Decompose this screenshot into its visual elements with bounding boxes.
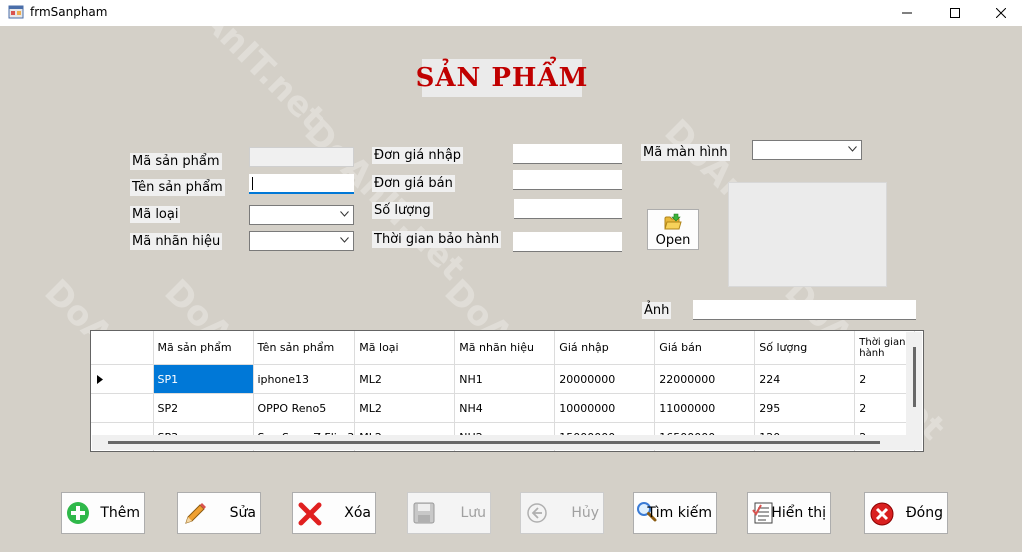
table-cell[interactable]: ML2	[354, 393, 456, 423]
chevron-down-icon	[340, 211, 349, 217]
thoi-gian-bao-hanh-label: Thời gian bảo hành	[372, 231, 502, 248]
thoi-gian-bao-hanh-field[interactable]	[513, 232, 622, 252]
table-cell[interactable]: 22000000	[654, 364, 756, 394]
grid-header-row: Mã sản phẩm Tên sản phẩm Mã loại Mã nhãn…	[91, 331, 916, 365]
text-caret	[252, 177, 253, 190]
ma-nhan-hieu-combo[interactable]	[249, 231, 354, 251]
vertical-scrollbar[interactable]	[906, 332, 922, 435]
window-title: frmSanpham	[30, 5, 108, 19]
ma-loai-label: Mã loại	[130, 206, 181, 223]
header-panel: SẢN PHẨM	[416, 59, 587, 97]
column-header[interactable]: Mã nhãn hiệu	[454, 331, 556, 365]
close-form-button-label: Đóng	[905, 505, 943, 521]
edit-button[interactable]: Sửa	[177, 492, 261, 534]
main-window: frmSanpham DoAnIT.net DoAnIT.net DoAnIT.…	[0, 0, 1022, 552]
save-button[interactable]: Lưu	[407, 492, 491, 534]
add-button[interactable]: Thêm	[61, 492, 145, 534]
table-cell[interactable]: 10000000	[554, 393, 656, 423]
chevron-down-icon	[848, 146, 857, 152]
table-cell[interactable]: NH1	[454, 364, 556, 394]
delete-button[interactable]: Xóa	[292, 492, 376, 534]
vertical-scroll-thumb[interactable]	[913, 347, 916, 407]
close-form-button[interactable]: Đóng	[864, 492, 948, 534]
so-luong-label: Số lượng	[372, 202, 433, 219]
product-data-grid[interactable]: Mã sản phẩm Tên sản phẩm Mã loại Mã nhãn…	[90, 330, 924, 452]
minimize-button[interactable]	[884, 0, 930, 26]
ma-san-pham-field[interactable]	[249, 147, 354, 167]
current-row-arrow-icon	[97, 375, 103, 384]
watermark: DoAnIT.net	[296, 111, 473, 289]
ma-loai-combo[interactable]	[249, 205, 354, 225]
table-cell[interactable]: OPPO Reno5	[253, 393, 356, 423]
title-bar: frmSanpham	[0, 0, 1022, 26]
don-gia-ban-field[interactable]	[513, 170, 622, 190]
open-button-label: Open	[655, 233, 691, 248]
add-button-label: Thêm	[100, 505, 140, 521]
table-cell[interactable]: SP1	[153, 364, 254, 394]
anh-label: Ảnh	[642, 302, 672, 319]
ten-san-pham-label: Tên sản phẩm	[130, 179, 225, 196]
close-icon	[996, 8, 1006, 18]
ten-san-pham-field[interactable]	[249, 174, 354, 194]
table-cell[interactable]: 295	[754, 393, 856, 423]
table-cell[interactable]: ML2	[354, 364, 456, 394]
cancel-button[interactable]: Hủy	[520, 492, 604, 534]
column-header[interactable]: Giá bán	[654, 331, 756, 365]
exit-icon	[870, 502, 894, 526]
folder-open-icon	[664, 213, 682, 230]
table-row[interactable]: SP2 OPPO Reno5 ML2 NH4 10000000 11000000…	[91, 393, 916, 423]
search-button[interactable]: Tìm kiếm	[633, 492, 717, 534]
minimize-icon	[902, 12, 912, 14]
search-button-label: Tìm kiếm	[647, 505, 712, 521]
ma-san-pham-label: Mã sản phẩm	[130, 153, 222, 170]
column-header[interactable]: Số lượng	[754, 331, 856, 365]
column-header[interactable]: Giá nhập	[554, 331, 656, 365]
ma-man-hinh-combo[interactable]	[752, 140, 862, 160]
ma-nhan-hieu-label: Mã nhãn hiệu	[130, 233, 223, 250]
maximize-icon	[950, 8, 960, 18]
back-arrow-icon	[527, 503, 547, 523]
table-cell[interactable]: 224	[754, 364, 856, 394]
plus-icon	[67, 502, 89, 524]
ma-man-hinh-label: Mã màn hình	[641, 144, 730, 161]
maximize-button[interactable]	[932, 0, 978, 26]
row-header-corner	[91, 331, 154, 365]
column-header[interactable]: Mã loại	[354, 331, 456, 365]
table-cell[interactable]: NH4	[454, 393, 556, 423]
page-title: SẢN PHẨM	[415, 63, 589, 93]
row-header[interactable]	[91, 364, 154, 394]
red-x-icon	[298, 502, 322, 526]
edit-button-label: Sửa	[229, 505, 256, 521]
cancel-button-label: Hủy	[571, 505, 599, 521]
product-image-box	[728, 182, 887, 287]
pencil-icon	[185, 503, 206, 524]
table-cell[interactable]: 20000000	[554, 364, 656, 394]
floppy-disk-icon	[413, 502, 435, 524]
open-image-button[interactable]: Open	[647, 209, 699, 250]
horizontal-scrollbar[interactable]	[92, 435, 906, 450]
horizontal-scroll-thumb[interactable]	[108, 441, 880, 444]
row-header[interactable]	[91, 393, 154, 423]
column-header[interactable]: Tên sản phẩm	[253, 331, 356, 365]
save-button-label: Lưu	[460, 505, 486, 521]
grid-table: Mã sản phẩm Tên sản phẩm Mã loại Mã nhãn…	[91, 331, 916, 451]
so-luong-field[interactable]	[514, 199, 622, 219]
column-header[interactable]: Mã sản phẩm	[153, 331, 254, 365]
delete-button-label: Xóa	[344, 505, 371, 521]
don-gia-nhap-field[interactable]	[513, 144, 622, 164]
table-cell[interactable]: iphone13	[253, 364, 356, 394]
don-gia-ban-label: Đơn giá bán	[372, 175, 455, 192]
scrollbar-corner	[906, 435, 922, 450]
app-icon	[8, 5, 24, 19]
close-window-button[interactable]	[978, 0, 1022, 26]
chevron-down-icon	[340, 237, 349, 243]
table-cell[interactable]: SP2	[153, 393, 254, 423]
don-gia-nhap-label: Đơn giá nhập	[372, 147, 464, 164]
table-cell[interactable]: 11000000	[654, 393, 756, 423]
show-all-button-label: Hiển thị	[771, 505, 826, 521]
table-row[interactable]: SP1 iphone13 ML2 NH1 20000000 22000000 2…	[91, 364, 916, 394]
show-all-button[interactable]: Hiển thị	[747, 492, 831, 534]
anh-path-field[interactable]	[693, 300, 916, 320]
